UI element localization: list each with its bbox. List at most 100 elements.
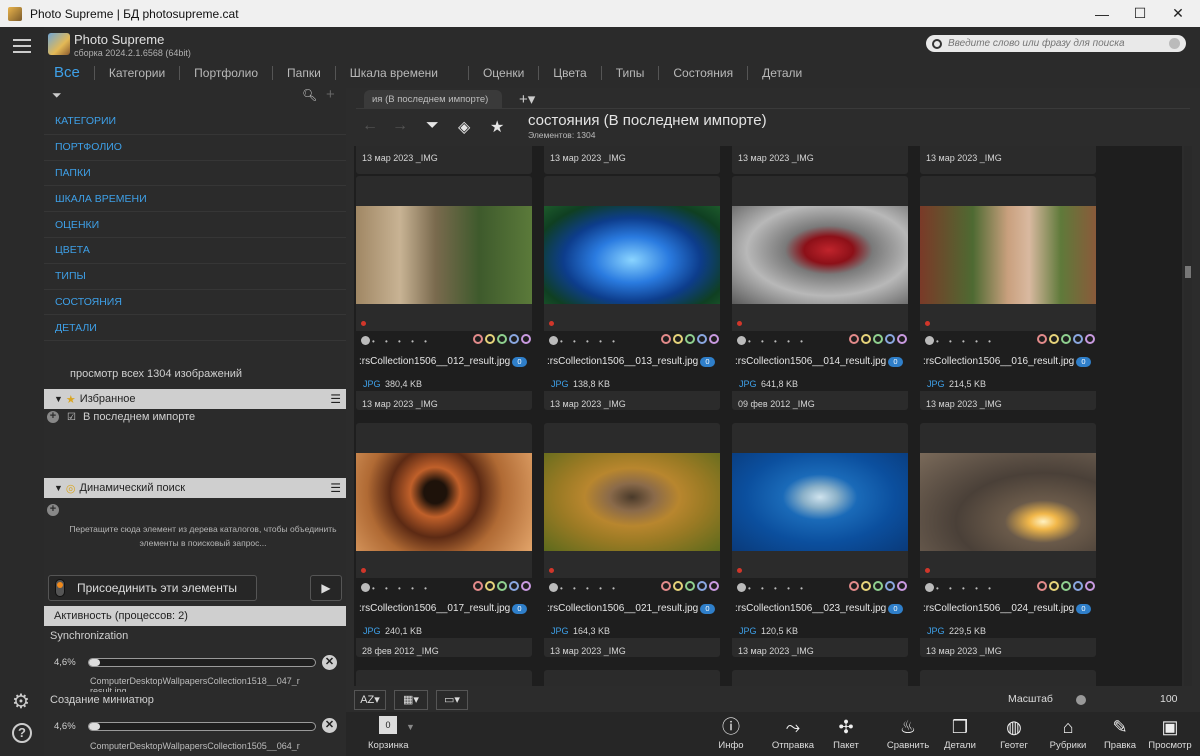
join-elements-button[interactable]: Присоединить эти элементы — [48, 575, 257, 601]
tab-portfolio[interactable]: Портфолио — [180, 66, 274, 80]
basket-button[interactable]: 0 Корзинка — [368, 716, 409, 751]
dynamic-search-header[interactable]: ▼ ◎ Динамический поиск ☰ — [44, 478, 346, 498]
collapse-icon[interactable]: ▼ — [54, 394, 63, 404]
thumbnail-card[interactable]: • • • • • :rsCollection1506__016_result.… — [920, 176, 1096, 410]
rating-stars[interactable]: • • • • • — [737, 583, 807, 593]
geotag-button[interactable]: ◍ Геотег — [986, 714, 1042, 751]
thumbnail-card[interactable]: 13 мар 2023 _IMG — [544, 146, 720, 174]
rating-stars[interactable]: • • • • • — [549, 336, 619, 346]
thumbnail-card[interactable]: • • • • • :rsCollection1506__024_result.… — [920, 423, 1096, 657]
add-icon[interactable]: + — [47, 504, 59, 516]
menu-icon[interactable]: ☰ — [330, 392, 341, 406]
thumbnail-card[interactable]: • • • • • :rsCollection1506__013_result.… — [544, 176, 720, 410]
thumbnail-card[interactable]: 13 мар 2023 _IMG — [356, 146, 532, 174]
rating-stars[interactable]: • • • • • — [737, 336, 807, 346]
tab-states[interactable]: Состояния — [659, 66, 749, 80]
thumbnail-card[interactable]: 13 мар 2023 _IMG — [920, 146, 1096, 174]
rating-stars[interactable]: • • • • • — [361, 583, 431, 593]
color-labels[interactable] — [661, 581, 719, 591]
collapse-icon[interactable]: ▼ — [54, 483, 63, 493]
thumbnail-card[interactable] — [544, 670, 720, 686]
rubrics-button[interactable]: ⌂ Рубрики — [1040, 714, 1096, 751]
details-button[interactable]: ❒ Детали — [932, 714, 988, 751]
tab-categories[interactable]: Категории — [95, 66, 181, 80]
thumbnail-card[interactable]: 13 мар 2023 _IMG — [732, 146, 908, 174]
hamburger-menu-icon[interactable] — [13, 39, 31, 53]
vertical-scrollbar[interactable] — [1184, 146, 1192, 686]
rating-stars[interactable]: • • • • • — [549, 583, 619, 593]
thumbnail-image[interactable] — [920, 453, 1096, 551]
thumbnail-card[interactable]: • • • • • :rsCollection1506__012_result.… — [356, 176, 532, 410]
category-item-categories[interactable]: КАТЕГОРИИ — [44, 109, 346, 135]
category-item-details[interactable]: ДЕТАЛИ — [44, 315, 346, 342]
thumbnail-card[interactable]: • • • • • :rsCollection1506__023_result.… — [732, 423, 908, 657]
favorites-header[interactable]: ▼ ★ Избранное ☰ — [44, 389, 346, 409]
color-labels[interactable] — [473, 581, 531, 591]
thumbnail-card[interactable] — [920, 670, 1096, 686]
thumbnail-card[interactable]: • • • • • :rsCollection1506__017_result.… — [356, 423, 532, 657]
favorite-item[interactable]: + ☑ В последнем импорте — [47, 411, 195, 423]
rating-stars[interactable]: • • • • • — [925, 336, 995, 346]
tab-types[interactable]: Типы — [602, 66, 660, 80]
thumbnail-card[interactable] — [732, 670, 908, 686]
color-labels[interactable] — [849, 334, 907, 344]
tab-colors[interactable]: Цвета — [539, 66, 602, 80]
color-labels[interactable] — [661, 334, 719, 344]
filter-icon[interactable]: ⏷ — [52, 88, 62, 103]
category-item-colors[interactable]: ЦВЕТА — [44, 238, 346, 264]
search-box[interactable] — [926, 35, 1186, 52]
cancel-process-icon[interactable]: ✕ — [322, 718, 337, 733]
scrollbar-thumb[interactable] — [1185, 266, 1191, 278]
thumbnail-image[interactable] — [544, 206, 720, 304]
add-icon[interactable]: + — [47, 411, 59, 423]
color-labels[interactable] — [1037, 581, 1095, 591]
scale-slider[interactable] — [1076, 695, 1086, 705]
thumbnail-image[interactable] — [356, 453, 532, 551]
info-overlay-button[interactable]: ▭▾ — [436, 690, 468, 710]
tab-folders[interactable]: Папки — [273, 66, 336, 80]
star-icon[interactable]: ★ — [490, 117, 504, 137]
batch-button[interactable]: ✣ Пакет — [818, 714, 874, 751]
thumbnail-image[interactable] — [356, 206, 532, 304]
tab-ratings[interactable]: Оценки — [469, 66, 540, 80]
filter-icon[interactable]: ⏷ — [426, 117, 439, 135]
document-tab[interactable]: ия (В последнем импорте) — [364, 90, 502, 110]
tab-all[interactable]: Все — [52, 65, 95, 80]
view-all-link[interactable]: просмотр всех 1304 изображений — [70, 368, 242, 380]
rating-stars[interactable]: • • • • • — [925, 583, 995, 593]
thumbnail-card[interactable]: • • • • • :rsCollection1506__021_result.… — [544, 423, 720, 657]
thumbnail-image[interactable] — [920, 206, 1096, 304]
color-labels[interactable] — [473, 334, 531, 344]
category-item-portfolio[interactable]: ПОРТФОЛИО — [44, 135, 346, 161]
clear-search-icon[interactable] — [1169, 38, 1180, 49]
preview-button[interactable]: ▣ Просмотр — [1142, 714, 1198, 751]
thumbnail-card[interactable] — [356, 670, 532, 686]
tab-timeline[interactable]: Шкала времени — [336, 66, 469, 80]
category-item-timeline[interactable]: ШКАЛА ВРЕМЕНИ — [44, 186, 346, 213]
info-button[interactable]: ⓘ Инфо — [703, 714, 759, 751]
thumbnail-image[interactable] — [732, 453, 908, 551]
help-icon[interactable]: ? — [12, 723, 32, 743]
gear-icon[interactable]: ⚙ — [12, 689, 30, 714]
compare-button[interactable]: ♨ Сравнить — [880, 714, 936, 751]
color-labels[interactable] — [849, 581, 907, 591]
color-labels[interactable] — [1037, 334, 1095, 344]
tab-details[interactable]: Детали — [748, 66, 816, 80]
close-button[interactable]: ✕ — [1156, 0, 1200, 27]
thumbnail-image[interactable] — [732, 206, 908, 304]
share-button[interactable]: ⤳ Отправка — [765, 714, 821, 751]
thumbnail-card[interactable]: • • • • • :rsCollection1506__014_result.… — [732, 176, 908, 410]
add-icon[interactable]: + — [326, 86, 335, 103]
category-item-types[interactable]: ТИПЫ — [44, 264, 346, 290]
category-item-states[interactable]: СОСТОЯНИЯ — [44, 290, 346, 316]
cancel-process-icon[interactable]: ✕ — [322, 655, 337, 670]
view-mode-button[interactable]: ▦▾ — [394, 690, 428, 710]
thumbnail-image[interactable] — [544, 453, 720, 551]
chevron-down-icon[interactable]: ▼ — [406, 722, 415, 732]
search-icon[interactable]: 🔍︎ — [302, 88, 317, 102]
category-item-folders[interactable]: ПАПКИ — [44, 161, 346, 187]
play-button[interactable]: ▶ — [310, 575, 342, 601]
add-tab-icon[interactable]: +▾ — [519, 90, 535, 108]
search-input[interactable] — [948, 38, 1168, 49]
category-item-ratings[interactable]: ОЦЕНКИ — [44, 212, 346, 238]
